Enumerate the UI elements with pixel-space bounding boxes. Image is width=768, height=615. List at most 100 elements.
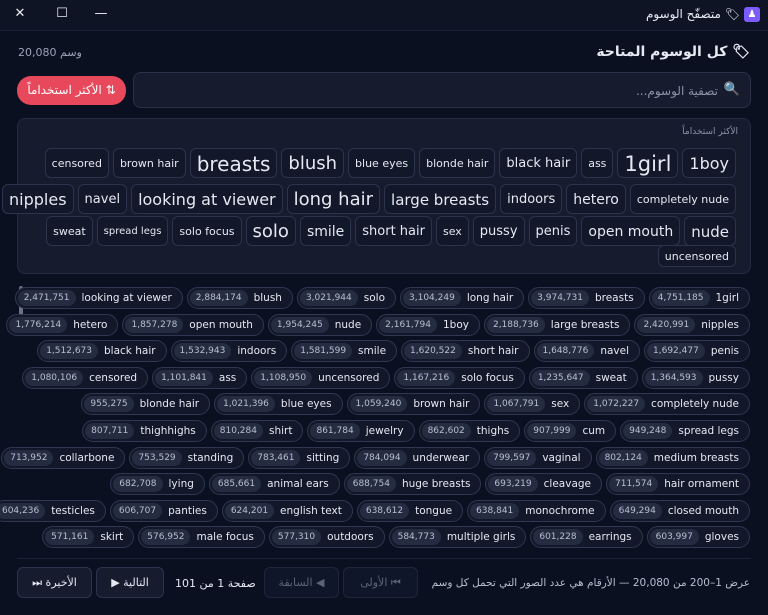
close-window-button[interactable]: ✕ xyxy=(9,4,31,24)
tag-cloud-item[interactable]: brown hair xyxy=(112,148,186,178)
tag-chip[interactable]: penis 1,692,477 xyxy=(644,340,750,362)
last-page-button[interactable]: الأخيرة ⏭ xyxy=(17,567,92,598)
tag-chip[interactable]: male focus 576,952 xyxy=(138,526,265,548)
tag-chip[interactable]: vaginal 799,597 xyxy=(484,447,592,469)
tag-cloud-item[interactable]: 1boy xyxy=(682,148,736,178)
tag-chip[interactable]: black hair 1,512,673 xyxy=(37,340,167,362)
tag-chip[interactable]: smile 1,581,599 xyxy=(291,340,398,362)
tag-chip[interactable]: blue eyes 1,021,396 xyxy=(214,393,343,415)
tag-chip[interactable]: jewelry 861,784 xyxy=(307,420,415,442)
tag-chip[interactable]: standing 753,529 xyxy=(129,447,245,469)
tag-chip[interactable]: nipples 2,420,991 xyxy=(634,314,750,336)
tag-chip-count: 955,275 xyxy=(84,396,134,412)
tag-chip[interactable]: open mouth 1,857,278 xyxy=(122,314,264,336)
tag-chip[interactable]: multiple girls 584,773 xyxy=(388,526,527,548)
sort-most-used-button[interactable]: ⇅ الأكثر استخداماً xyxy=(17,76,126,105)
tag-chip[interactable]: 1boy 2,161,794 xyxy=(376,314,480,336)
tag-cloud-item[interactable]: solo xyxy=(245,216,296,246)
tag-chip-count: 1,512,673 xyxy=(40,343,99,359)
next-page-button[interactable]: التالية ▶ xyxy=(96,567,164,598)
minimize-window-button[interactable]: — xyxy=(90,4,112,24)
tag-chip[interactable]: shirt 810,284 xyxy=(210,420,304,442)
tag-chip[interactable]: testicles 604,236 xyxy=(0,500,106,522)
tag-chip[interactable]: indoors 1,532,943 xyxy=(170,340,288,362)
tag-chip[interactable]: cleavage 693,219 xyxy=(485,473,602,495)
previous-page-button[interactable]: ◀ السابقة xyxy=(264,567,339,598)
tag-chip[interactable]: pussy 1,364,593 xyxy=(641,367,750,389)
tag-cloud-item[interactable]: spread legs xyxy=(96,216,169,246)
tag-chip[interactable]: censored 1,080,106 xyxy=(22,367,149,389)
tag-cloud-item[interactable]: pussy xyxy=(472,216,525,246)
tag-chip[interactable]: navel 1,648,776 xyxy=(533,340,641,362)
tag-cloud-item[interactable]: sex xyxy=(435,216,469,246)
tag-list-row: medium breasts 802,124 vaginal 799,597 under… xyxy=(1,447,750,469)
tag-chip[interactable]: english text 624,201 xyxy=(221,500,353,522)
tag-chip[interactable]: short hair 1,620,522 xyxy=(401,340,530,362)
tag-chip[interactable]: cum 907,999 xyxy=(524,420,617,442)
tag-chip[interactable]: looking at viewer 2,471,751 xyxy=(14,287,183,309)
tag-chip[interactable]: uncensored 1,108,950 xyxy=(251,367,391,389)
tag-cloud-item[interactable]: navel xyxy=(77,184,128,214)
tag-chip[interactable]: 1girl 4,751,185 xyxy=(648,287,750,309)
tag-chip[interactable]: long hair 3,104,249 xyxy=(400,287,525,309)
tag-chip[interactable]: nude 1,954,245 xyxy=(267,314,373,336)
tag-chip[interactable]: outdoors 577,310 xyxy=(268,526,385,548)
tag-chip[interactable]: monochrome 638,841 xyxy=(467,500,606,522)
tag-cloud-item[interactable]: sweat xyxy=(46,216,93,246)
tag-chip[interactable]: breasts 3,974,731 xyxy=(528,287,645,309)
tag-cloud-item[interactable]: short hair xyxy=(355,216,432,246)
tag-chip[interactable]: gloves 603,997 xyxy=(646,526,750,548)
tag-chip[interactable]: sweat 1,235,647 xyxy=(528,367,638,389)
tag-cloud-item[interactable]: indoors xyxy=(500,184,563,214)
tag-chip[interactable]: hair ornament 711,574 xyxy=(606,473,750,495)
tag-chip[interactable]: tongue 638,612 xyxy=(356,500,464,522)
tag-chip[interactable]: collarbone 713,952 xyxy=(1,447,126,469)
tag-chip[interactable]: lying 682,708 xyxy=(110,473,205,495)
tag-chip[interactable]: sex 1,067,791 xyxy=(484,393,581,415)
tag-cloud-item[interactable]: uncensored xyxy=(657,245,736,267)
tag-chip[interactable]: closed mouth 649,294 xyxy=(609,500,750,522)
tag-cloud-item[interactable]: solo focus xyxy=(172,216,242,246)
tag-chip[interactable]: earrings 601,228 xyxy=(530,526,643,548)
tag-chip[interactable]: panties 606,707 xyxy=(109,500,218,522)
tag-cloud-item[interactable]: black hair xyxy=(499,148,578,178)
tag-cloud-item[interactable]: blonde hair xyxy=(419,148,496,178)
tag-chip[interactable]: completely nude 1,072,227 xyxy=(584,393,750,415)
tag-cloud-item[interactable]: blush xyxy=(281,148,345,178)
tag-chip[interactable]: spread legs 949,248 xyxy=(620,420,750,442)
tag-chip[interactable]: blush 2,884,174 xyxy=(186,287,293,309)
tag-chip[interactable]: underwear 784,094 xyxy=(354,447,481,469)
tag-cloud-item[interactable]: open mouth xyxy=(581,216,681,246)
tag-cloud-item[interactable]: nude xyxy=(684,216,736,246)
tag-chip[interactable]: blonde hair 955,275 xyxy=(81,393,211,415)
tag-cloud-item[interactable]: hetero xyxy=(566,184,626,214)
tag-chip[interactable]: thighhighs 807,711 xyxy=(82,420,207,442)
tag-cloud-item[interactable]: ass xyxy=(581,148,614,178)
tag-cloud-item[interactable]: penis xyxy=(528,216,578,246)
tag-filter-input[interactable] xyxy=(156,79,720,103)
tag-chip[interactable]: hetero 1,776,214 xyxy=(6,314,119,336)
tag-chip[interactable]: solo 3,021,944 xyxy=(296,287,397,309)
tag-chip[interactable]: skirt 571,161 xyxy=(42,526,135,548)
tag-cloud-item[interactable]: looking at viewer xyxy=(131,184,283,214)
tag-cloud-item[interactable]: nipples xyxy=(2,184,74,214)
tag-chip[interactable]: large breasts 2,188,736 xyxy=(483,314,631,336)
tag-chip[interactable]: thighs 862,602 xyxy=(418,420,521,442)
tag-chip[interactable]: medium breasts 802,124 xyxy=(595,447,750,469)
tag-cloud-item[interactable]: censored xyxy=(44,148,109,178)
tag-chip[interactable]: huge breasts 688,754 xyxy=(343,473,482,495)
tag-cloud-item[interactable]: breasts xyxy=(189,148,278,178)
tag-cloud-item[interactable]: 1girl xyxy=(617,148,679,178)
tag-cloud-item[interactable]: completely nude xyxy=(629,184,736,214)
tag-chip[interactable]: brown hair 1,059,240 xyxy=(346,393,481,415)
tag-cloud-item[interactable]: blue eyes xyxy=(348,148,416,178)
first-page-button[interactable]: ⏮ الأولى xyxy=(343,567,418,598)
tag-cloud-item[interactable]: large breasts xyxy=(384,184,497,214)
maximize-window-button[interactable]: ☐ xyxy=(51,4,73,24)
tag-chip[interactable]: sitting 783,461 xyxy=(248,447,351,469)
tag-chip[interactable]: solo focus 1,167,216 xyxy=(394,367,525,389)
tag-chip[interactable]: animal ears 685,661 xyxy=(208,473,340,495)
tag-chip[interactable]: ass 1,101,841 xyxy=(152,367,248,389)
tag-cloud-item[interactable]: long hair xyxy=(286,184,381,214)
tag-cloud-item[interactable]: smile xyxy=(299,216,352,246)
